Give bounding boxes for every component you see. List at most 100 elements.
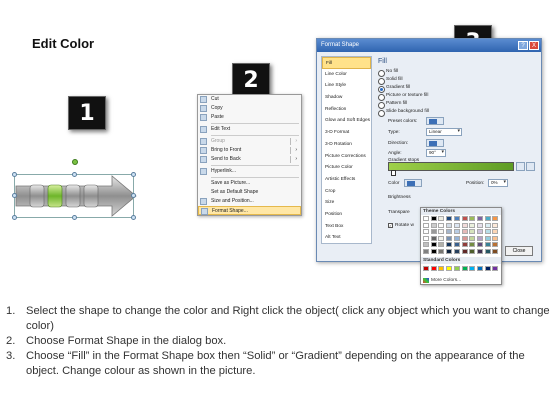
theme-color-swatch[interactable] — [453, 248, 460, 254]
theme-color-swatch[interactable] — [476, 216, 483, 221]
gradient-stops-bar[interactable] — [388, 162, 514, 171]
more-colors-button[interactable]: More Colors... — [423, 278, 461, 283]
theme-color-swatch[interactable] — [430, 242, 437, 248]
category-line-color[interactable]: Line Color — [322, 69, 371, 81]
standard-color-swatch[interactable] — [492, 266, 499, 271]
theme-color-swatch[interactable] — [453, 242, 460, 248]
theme-color-swatch[interactable] — [423, 216, 429, 221]
type-select[interactable]: Linear — [426, 128, 462, 136]
theme-color-swatch[interactable] — [461, 229, 468, 235]
direction-button[interactable] — [426, 139, 444, 147]
category-picture-corrections[interactable]: Picture Corrections — [322, 151, 371, 163]
theme-color-swatch[interactable] — [469, 242, 476, 248]
category-shadow[interactable]: Shadow — [322, 92, 371, 104]
resize-handle[interactable] — [12, 172, 17, 177]
selected-arrow-shape[interactable] — [12, 159, 138, 224]
category-position[interactable]: Position — [322, 209, 371, 221]
theme-color-swatch[interactable] — [469, 229, 476, 235]
standard-color-swatch[interactable] — [476, 266, 483, 271]
theme-color-swatch[interactable] — [423, 229, 429, 235]
category-alt-text[interactable]: Alt Text — [322, 232, 371, 244]
standard-color-swatch[interactable] — [461, 266, 468, 271]
theme-color-swatch[interactable] — [453, 235, 460, 241]
theme-color-swatch[interactable] — [446, 242, 453, 248]
category-picture-color[interactable]: Picture Color — [322, 162, 371, 174]
resize-handle[interactable] — [12, 193, 17, 198]
theme-color-swatch[interactable] — [469, 223, 476, 228]
category-size[interactable]: Size — [322, 197, 371, 209]
theme-color-swatch[interactable] — [438, 242, 445, 248]
category-fill[interactable]: Fill — [322, 57, 371, 69]
theme-color-swatch[interactable] — [461, 248, 468, 254]
resize-handle[interactable] — [131, 172, 136, 177]
menu-item-hyperlink[interactable]: Hyperlink... — [198, 167, 301, 176]
theme-color-swatch[interactable] — [484, 242, 491, 248]
theme-color-swatch[interactable] — [438, 248, 445, 254]
theme-color-swatch[interactable] — [446, 235, 453, 241]
theme-color-swatch[interactable] — [446, 216, 453, 221]
theme-color-swatch[interactable] — [484, 235, 491, 241]
category-3d-rotation[interactable]: 3-D Rotation — [322, 139, 371, 151]
resize-handle[interactable] — [72, 172, 77, 177]
dialog-close-button[interactable]: Close — [505, 246, 533, 256]
theme-color-swatch[interactable] — [484, 248, 491, 254]
theme-color-swatch[interactable] — [469, 248, 476, 254]
theme-color-swatch[interactable] — [484, 223, 491, 228]
standard-color-swatch[interactable] — [469, 266, 476, 271]
category-glow-soft-edges[interactable]: Glow and Soft Edges — [322, 115, 371, 127]
theme-color-swatch[interactable] — [453, 229, 460, 235]
standard-color-swatch[interactable] — [484, 266, 491, 271]
resize-handle[interactable] — [12, 215, 17, 220]
standard-color-swatch[interactable] — [430, 266, 437, 271]
theme-color-swatch[interactable] — [446, 248, 453, 254]
theme-color-swatch[interactable] — [461, 223, 468, 228]
theme-color-swatch[interactable] — [476, 223, 483, 228]
theme-color-swatch[interactable] — [430, 223, 437, 228]
theme-color-swatch[interactable] — [423, 248, 429, 254]
menu-item-set-default-shape[interactable]: Set as Default Shape — [198, 188, 301, 197]
theme-color-swatch[interactable] — [484, 229, 491, 235]
add-stop-button[interactable] — [516, 162, 525, 171]
theme-color-swatch[interactable] — [438, 229, 445, 235]
theme-color-swatch[interactable] — [430, 235, 437, 241]
menu-item-paste[interactable]: Paste — [198, 113, 301, 122]
resize-handle[interactable] — [72, 215, 77, 220]
menu-item-size-position[interactable]: Size and Position... — [198, 197, 301, 206]
resize-handle[interactable] — [131, 215, 136, 220]
theme-color-swatch[interactable] — [461, 242, 468, 248]
theme-color-swatch[interactable] — [476, 242, 483, 248]
menu-item-send-to-back[interactable]: Send to Back › — [198, 155, 301, 164]
theme-color-swatch[interactable] — [423, 235, 429, 241]
position-input[interactable]: 0% — [488, 179, 508, 187]
menu-item-cut[interactable]: Cut — [198, 95, 301, 104]
theme-color-swatch[interactable] — [430, 248, 437, 254]
theme-color-swatch[interactable] — [476, 248, 483, 254]
theme-color-swatch[interactable] — [484, 216, 491, 221]
theme-color-swatch[interactable] — [430, 216, 437, 221]
theme-color-swatch[interactable] — [469, 216, 476, 221]
theme-color-swatch[interactable] — [423, 223, 429, 228]
standard-color-swatch[interactable] — [453, 266, 460, 271]
standard-color-swatch[interactable] — [446, 266, 453, 271]
close-icon[interactable]: X — [529, 41, 539, 50]
dialog-titlebar[interactable]: Format Shape ? X — [317, 39, 541, 52]
radio-solid-fill[interactable]: Solid fill — [378, 76, 403, 85]
theme-color-swatch[interactable] — [492, 216, 499, 221]
theme-color-swatch[interactable] — [430, 229, 437, 235]
color-picker-button[interactable] — [404, 179, 422, 187]
rotation-handle[interactable] — [72, 159, 78, 165]
theme-color-swatch[interactable] — [492, 242, 499, 248]
resize-handle[interactable] — [131, 193, 136, 198]
theme-color-swatch[interactable] — [492, 223, 499, 228]
menu-item-save-as-picture[interactable]: Save as Picture... — [198, 179, 301, 188]
theme-color-swatch[interactable] — [476, 235, 483, 241]
angle-input[interactable]: 90° — [426, 149, 446, 157]
category-text-box[interactable]: Text Box — [322, 221, 371, 233]
theme-color-swatch[interactable] — [492, 229, 499, 235]
preset-colors-button[interactable] — [426, 117, 444, 125]
category-artistic-effects[interactable]: Artistic Effects — [322, 174, 371, 186]
radio-no-fill[interactable]: No fill — [378, 68, 398, 77]
category-line-style[interactable]: Line Style — [322, 80, 371, 92]
theme-color-swatch[interactable] — [438, 216, 445, 221]
theme-color-swatch[interactable] — [461, 216, 468, 221]
